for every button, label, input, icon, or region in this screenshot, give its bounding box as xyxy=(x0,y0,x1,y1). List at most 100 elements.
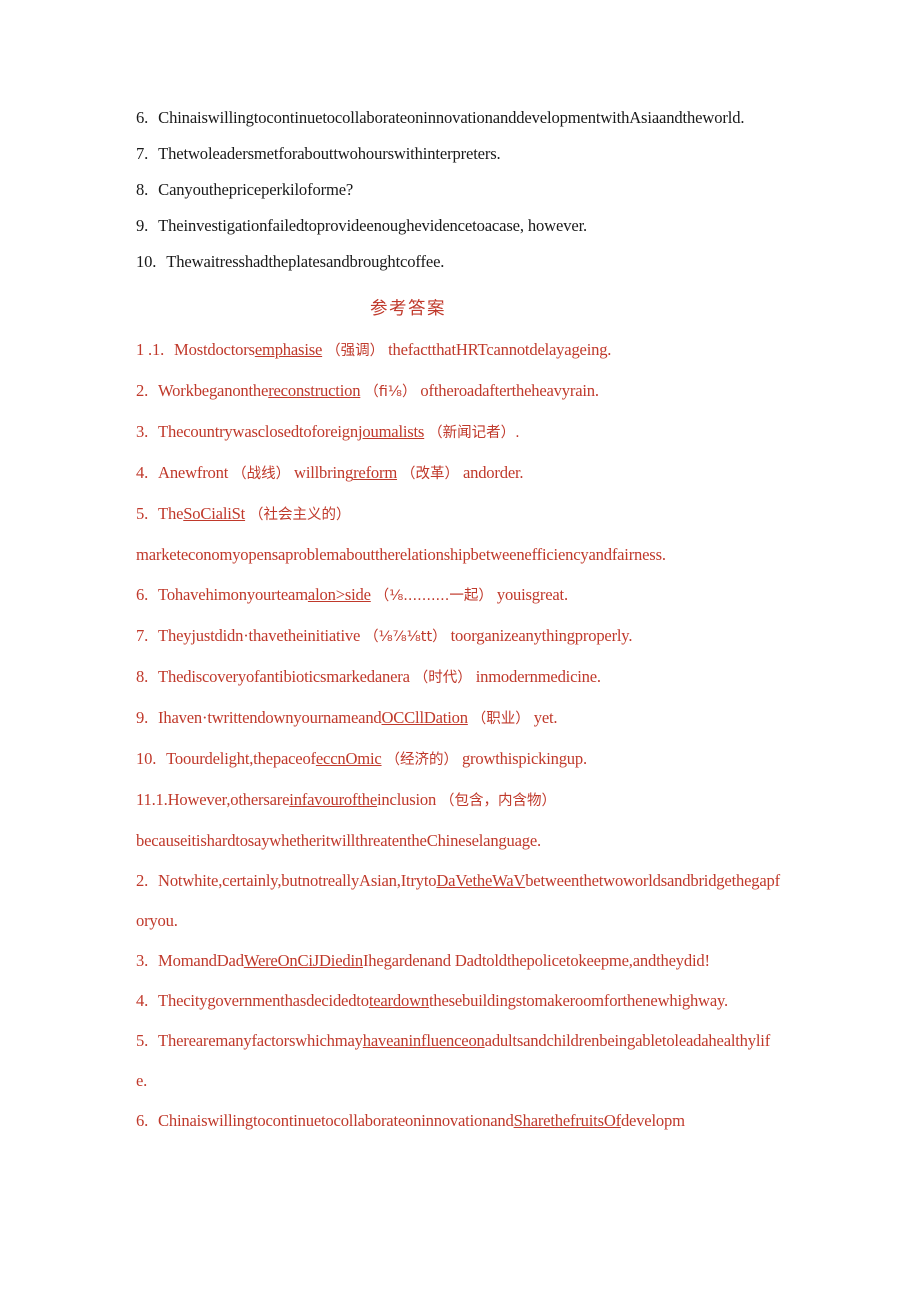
answer-number: 10. xyxy=(136,749,157,768)
answer-gloss: （经济的） xyxy=(385,752,459,768)
answer-key-term: reform xyxy=(353,463,398,482)
answer-key-term: WereOnCiJDiedin xyxy=(243,951,363,970)
answer-text: marketeconomyopensaproblemabouttherelati… xyxy=(136,545,666,564)
answer-text: inclusion xyxy=(377,790,437,809)
answers-section-one: 1 .1. Mostdoctorsemphasise （强调） thefactth… xyxy=(136,330,780,780)
answer-text: However,othersare xyxy=(167,790,290,809)
question-text: Thewaitresshadtheplatesandbroughtcoffee. xyxy=(166,252,445,271)
answer-text: yet. xyxy=(533,708,558,727)
question-text: Thetwoleadersmetforabouttwohourswithinte… xyxy=(158,144,501,163)
answer-line: 7. Theyjustdidn·thavetheinitiative （⅛⅞⅛tt… xyxy=(136,616,780,657)
answer-number: 2. xyxy=(136,871,149,890)
answer-text: oftheroadaftertheheavyrain. xyxy=(420,381,599,400)
answer-text: becauseitishardtosaywhetheritwillthreate… xyxy=(136,831,541,850)
question-number: 7. xyxy=(136,144,149,163)
answer-text: Ihaven·twrittendownyournameand xyxy=(158,708,382,727)
question-number: 8. xyxy=(136,180,149,199)
questions-section: 6. Chinaiswillingtocontinuetocollaborateo… xyxy=(136,100,780,280)
answer-number: 1 .1. xyxy=(136,340,165,359)
answer-number: 8. xyxy=(136,667,149,686)
answer-text: thesebuildingstomakeroomforthenewhighway… xyxy=(428,991,728,1010)
answer-number: 9. xyxy=(136,708,149,727)
answer-gloss: （时代） xyxy=(413,670,472,686)
answer-key-term: SharethefruitsOf xyxy=(513,1111,622,1130)
answer-key-term: emphasise xyxy=(254,340,323,359)
document-page: 6. Chinaiswillingtocontinuetocollaborateo… xyxy=(0,0,920,1301)
question-line: 8. Canyouthepriceperkiloforme? xyxy=(136,172,780,208)
answer-text: Notwhite,certainly,butnotreallyAsian,Itr… xyxy=(158,871,437,890)
answer-text: Chinaiswillingtocontinuetocollaborateoni… xyxy=(158,1111,514,1130)
answer-key-term: eccnOmic xyxy=(315,749,382,768)
answer-key-term: infavourofthe xyxy=(289,790,378,809)
answer-text: youisgreat. xyxy=(496,585,568,604)
answer-gloss: （职业） xyxy=(471,711,530,727)
answer-number: 4. xyxy=(136,463,149,482)
answer-text: Thediscoveryofantibioticsmarkedanera xyxy=(158,667,410,686)
answer-gloss: （强调） xyxy=(326,343,385,359)
answer-line: 6. Chinaiswillingtocontinuetocollaborateo… xyxy=(136,1101,780,1141)
answer-gloss: （⅛⅞⅛tt） xyxy=(364,629,447,645)
answer-text: Anewfront xyxy=(158,463,229,482)
answer-text: Thecountrywasclosedtoforeign xyxy=(158,422,358,441)
answer-number: 4. xyxy=(136,991,149,1010)
answers-section-two: 11.1.However,othersareinfavouroftheinclu… xyxy=(136,780,780,1141)
answer-text: willbring xyxy=(294,463,354,482)
answer-gloss: （fi⅛） xyxy=(364,384,417,400)
answer-number: 7. xyxy=(136,626,149,645)
answer-text: Workbeganonthe xyxy=(158,381,269,400)
answer-number: 6. xyxy=(136,585,149,604)
question-line: 7. Thetwoleadersmetforabouttwohourswithin… xyxy=(136,136,780,172)
answer-text: thefactthatHRTcannotdelayageing. xyxy=(388,340,612,359)
answer-number: 11.1. xyxy=(136,790,168,809)
answer-number: 5. xyxy=(136,1031,149,1050)
answer-number: 3. xyxy=(136,422,149,441)
answer-key-term: DaVetheWaV xyxy=(436,871,526,890)
answer-text: inmodernmedicine. xyxy=(475,667,601,686)
answer-key-term: reconstruction xyxy=(268,381,361,400)
answer-text: Ihegardenand Dadtoldthepolicetokeepme,an… xyxy=(362,951,710,970)
answer-key-term: teardown xyxy=(368,991,429,1010)
answers-heading: 参考答案 xyxy=(370,298,446,318)
answer-text: growthispickingup. xyxy=(461,749,587,768)
answer-text: Therearemanyfactorswhichmay xyxy=(158,1031,363,1050)
answer-text: toorganizeanythingproperly. xyxy=(450,626,633,645)
answer-gloss: （战线） xyxy=(232,466,291,482)
answer-line: 2. Workbeganonthereconstruction （fi⅛） oft… xyxy=(136,371,780,412)
answer-text: Theyjustdidn·thavetheinitiative xyxy=(158,626,361,645)
question-line: 9. Theinvestigationfailedtoprovideenoughe… xyxy=(136,208,780,244)
answer-line: 8. Thediscoveryofantibioticsmarkedanera （… xyxy=(136,657,780,698)
answer-gloss: （⅛..........一起） xyxy=(374,588,493,604)
question-line: 10. Thewaitresshadtheplatesandbroughtcoff… xyxy=(136,244,780,280)
answer-key-term: haveaninfluenceon xyxy=(362,1031,485,1050)
answer-key-term: OCCllDation xyxy=(381,708,469,727)
answer-text: The xyxy=(158,504,184,523)
answer-line: 2. Notwhite,certainly,butnotreallyAsian,I… xyxy=(136,861,780,941)
answer-line: 4. Thecitygovernmenthasdecidedtoteardownt… xyxy=(136,981,780,1021)
answer-text: Mostdoctors xyxy=(174,340,255,359)
question-text: Canyouthepriceperkiloforme? xyxy=(158,180,354,199)
answer-number: 6. xyxy=(136,1111,149,1130)
answer-line: 3. Thecountrywasclosedtoforeignjoumalists… xyxy=(136,412,780,453)
answer-key-term: joumalists xyxy=(357,422,425,441)
question-text: Chinaiswillingtocontinuetocollaborateoni… xyxy=(158,108,745,127)
question-text: Theinvestigationfailedtoprovideenoughevi… xyxy=(158,216,588,235)
answer-line: 5. Therearemanyfactorswhichmayhaveaninflu… xyxy=(136,1021,780,1101)
answer-line: 10. Toourdelight,thepaceofeccnOmic （经济的） … xyxy=(136,739,780,780)
answer-key-term: SoCialiSt xyxy=(183,504,246,523)
answer-text: Thecitygovernmenthasdecidedto xyxy=(158,991,369,1010)
answer-number: 5. xyxy=(136,504,149,523)
answer-gloss: （新闻记者）. xyxy=(428,425,520,441)
answer-line: 9. Ihaven·twrittendownyournameandOCCllDat… xyxy=(136,698,780,739)
answer-line: 5. TheSoCialiSt （社会主义的） marketeconomyopen… xyxy=(136,494,780,575)
answer-text: andorder. xyxy=(462,463,524,482)
question-number: 10. xyxy=(136,252,157,271)
question-number: 9. xyxy=(136,216,149,235)
answer-text: Toourdelight,thepaceof xyxy=(166,749,316,768)
answer-line: 6. Tohavehimonyourteamalon>side （⅛.......… xyxy=(136,575,780,616)
answer-text: Tohavehimonyourteam xyxy=(158,585,308,604)
answer-number: 2. xyxy=(136,381,149,400)
answer-gloss: （改革） xyxy=(401,466,459,482)
answer-key-term: alon>side xyxy=(307,585,371,604)
